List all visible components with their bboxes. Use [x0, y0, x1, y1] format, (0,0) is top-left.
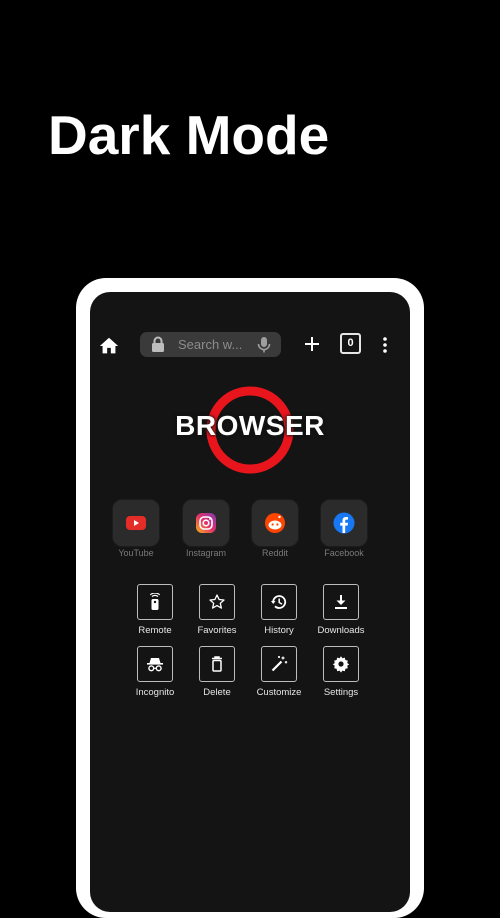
instagram-icon [195, 512, 217, 534]
tool-label: Incognito [135, 687, 175, 698]
tool-button[interactable] [137, 646, 173, 682]
plus-icon[interactable] [303, 335, 321, 353]
tool-remote[interactable]: Remote [123, 584, 187, 636]
tool-grid: Remote Favorites History Downloads Incog… [90, 584, 410, 714]
youtube-icon [125, 512, 147, 534]
tool-delete[interactable]: Delete [185, 646, 249, 698]
tool-button[interactable] [323, 584, 359, 620]
tool-button[interactable] [199, 584, 235, 620]
browser-screen: 0 BROWSER YouTube [90, 292, 410, 912]
logo-text: BROWSER [175, 410, 325, 441]
shortcut-tile[interactable] [183, 500, 229, 546]
tool-label: Delete [203, 687, 231, 698]
shortcut-reddit[interactable]: Reddit [245, 500, 305, 558]
shortcut-label: Reddit [261, 548, 288, 558]
tool-button[interactable] [137, 584, 173, 620]
more-vert-icon[interactable] [382, 335, 388, 355]
tool-label: Downloads [317, 625, 365, 636]
tool-label: Settings [323, 687, 359, 698]
tool-customize[interactable]: Customize [247, 646, 311, 698]
tool-label: Favorites [197, 625, 237, 636]
shortcut-label: Instagram [185, 548, 227, 558]
address-bar[interactable] [140, 332, 281, 357]
tool-button[interactable] [261, 646, 297, 682]
trash-icon [208, 655, 226, 673]
shortcut-label: Facebook [324, 548, 364, 558]
reddit-icon [264, 512, 286, 534]
remote-icon [146, 593, 164, 611]
download-icon [332, 593, 350, 611]
tool-label: Remote [138, 625, 172, 636]
tool-downloads[interactable]: Downloads [309, 584, 373, 636]
shortcut-label: YouTube [118, 548, 154, 558]
tool-button[interactable] [261, 584, 297, 620]
facebook-icon [333, 512, 355, 534]
tab-counter[interactable]: 0 [340, 333, 361, 354]
tool-label: Customize [256, 687, 302, 698]
shortcut-tile[interactable] [321, 500, 367, 546]
shortcut-grid: YouTube Instagram Reddit Facebook [90, 500, 410, 560]
star-icon [208, 593, 226, 611]
tool-history[interactable]: History [247, 584, 311, 636]
tool-button[interactable] [323, 646, 359, 682]
tool-label: History [264, 625, 294, 636]
shortcut-tile[interactable] [252, 500, 298, 546]
shortcut-youtube[interactable]: YouTube [106, 500, 166, 558]
magic-wand-icon [270, 655, 288, 673]
tool-button[interactable] [199, 646, 235, 682]
gear-icon [332, 655, 350, 673]
search-input[interactable] [178, 335, 250, 354]
tool-incognito[interactable]: Incognito [123, 646, 187, 698]
incognito-icon [146, 655, 164, 673]
tool-settings[interactable]: Settings [309, 646, 373, 698]
shortcut-tile[interactable] [113, 500, 159, 546]
shortcut-facebook[interactable]: Facebook [314, 500, 374, 558]
home-icon[interactable] [98, 335, 120, 357]
lock-icon [150, 336, 166, 353]
shortcut-instagram[interactable]: Instagram [176, 500, 236, 558]
history-icon [270, 593, 288, 611]
promo-headline: Dark Mode [48, 104, 330, 166]
tool-favorites[interactable]: Favorites [185, 584, 249, 636]
browser-logo: BROWSER [165, 384, 335, 476]
microphone-icon[interactable] [257, 336, 271, 353]
browser-toolbar: 0 [90, 330, 410, 360]
